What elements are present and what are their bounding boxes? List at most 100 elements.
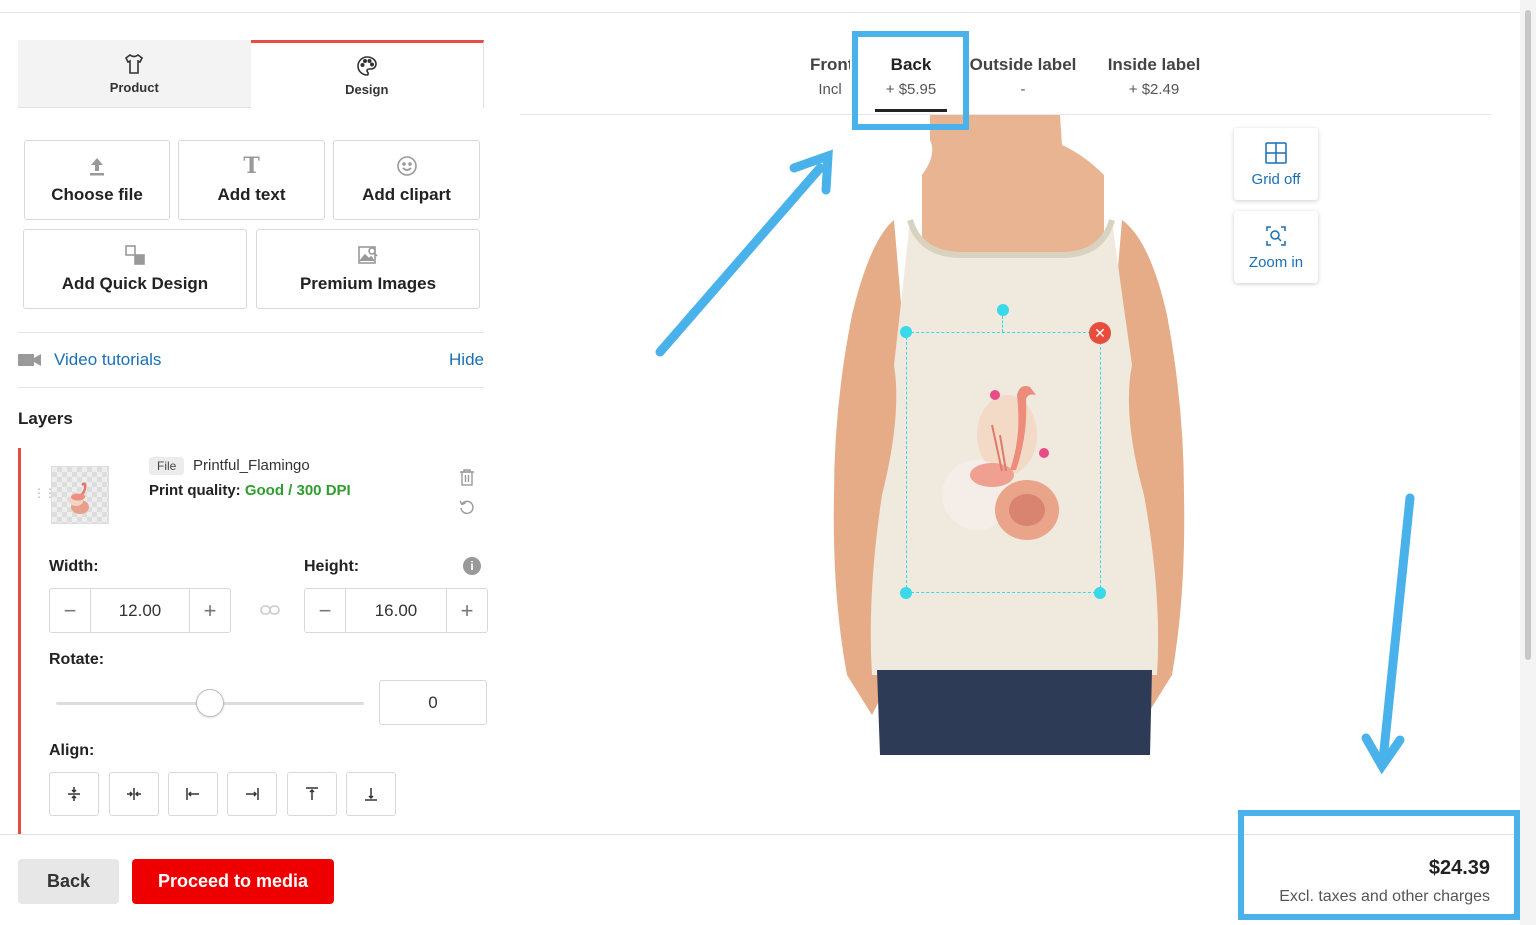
zoom-in-button[interactable]: Zoom in — [1234, 211, 1318, 283]
tshirt-icon — [125, 54, 144, 74]
remove-layer-icon[interactable]: ✕ — [1089, 322, 1111, 344]
add-text-label: Add text — [217, 185, 286, 204]
layer-thumbnail — [51, 466, 109, 524]
video-tutorials-row: Video tutorials Hide — [18, 347, 484, 373]
align-center-horizontal-icon — [127, 788, 141, 800]
tab-front-label: Front — [810, 55, 850, 74]
align-center-vertical-icon — [68, 787, 80, 801]
tab-inside-label-label: Inside label — [1107, 55, 1201, 74]
image-search-icon — [357, 244, 379, 266]
align-center-vertical-button[interactable] — [49, 772, 99, 816]
file-badge: File — [149, 457, 185, 475]
tab-product[interactable]: Product — [18, 40, 251, 108]
print-quality-label: Print quality: — [149, 482, 241, 499]
premium-images-label: Premium Images — [299, 274, 437, 293]
tab-design-label: Design — [345, 82, 389, 97]
height-label: Height: — [304, 558, 360, 575]
divider — [18, 332, 484, 333]
flamingo-design — [942, 386, 1059, 540]
video-camera-icon — [18, 354, 41, 366]
width-decrease-button[interactable]: − — [50, 589, 90, 632]
align-left-icon — [186, 788, 199, 800]
placement-tabs: Front Incl Back + $5.95 Outside label - … — [520, 40, 1492, 115]
left-panel: Product Design Choose file T Add text Ad… — [0, 0, 500, 835]
proceed-to-media-button[interactable]: Proceed to media — [132, 859, 334, 904]
width-input[interactable]: 12.00 — [90, 589, 190, 632]
hide-video-link[interactable]: Hide — [449, 350, 484, 370]
quick-design-icon — [124, 244, 146, 266]
align-bottom-icon — [365, 788, 377, 801]
layer-item: ⋮⋮ File Printful_Flamingo Print quality:… — [18, 448, 488, 835]
info-icon[interactable]: i — [463, 557, 481, 575]
video-tutorials-link[interactable]: Video tutorials — [54, 350, 161, 370]
grid-icon — [1265, 141, 1287, 164]
palette-icon — [356, 56, 377, 76]
product-mockup: ✕ — [822, 115, 1202, 755]
annotation-highlight-back-tab — [852, 31, 969, 130]
grid-toggle-button[interactable]: Grid off — [1234, 128, 1318, 200]
choose-file-button[interactable]: Choose file — [24, 140, 170, 220]
align-left-button[interactable] — [168, 772, 218, 816]
width-label: Width: — [49, 558, 99, 575]
tab-outside-label-price: - — [1020, 81, 1026, 98]
zoom-in-label: Zoom in — [1248, 253, 1304, 271]
tab-outside-label[interactable]: Outside label - — [968, 55, 1078, 98]
choose-file-label: Choose file — [51, 185, 143, 204]
width-stepper: − 12.00 + — [49, 588, 231, 633]
resize-handle[interactable] — [1094, 587, 1106, 599]
layer-file-name: Printful_Flamingo — [193, 457, 310, 474]
text-icon: T — [243, 153, 260, 179]
align-top-icon — [306, 787, 318, 800]
tab-outside-label-label: Outside label — [969, 55, 1077, 74]
tab-design[interactable]: Design — [250, 40, 484, 108]
align-center-horizontal-button[interactable] — [109, 772, 159, 816]
annotation-highlight-price — [1238, 810, 1520, 920]
resize-handle[interactable] — [900, 587, 912, 599]
editor-tabs: Product Design — [18, 40, 484, 108]
tab-front[interactable]: Front Incl — [810, 55, 850, 98]
trash-icon[interactable] — [459, 468, 475, 486]
annotation-arrow-down-icon — [1361, 493, 1415, 775]
link-icon[interactable] — [260, 603, 280, 617]
design-editor-page: Product Design Choose file T Add text Ad… — [0, 0, 1536, 925]
add-clipart-label: Add clipart — [362, 185, 451, 204]
tab-inside-label-price: + $2.49 — [1128, 81, 1180, 98]
rotate-input[interactable]: 0 — [379, 680, 487, 725]
rotate-handle[interactable] — [997, 304, 1009, 316]
align-right-button[interactable] — [227, 772, 277, 816]
premium-images-button[interactable]: Premium Images — [256, 229, 480, 309]
upload-icon — [88, 155, 106, 177]
align-top-button[interactable] — [287, 772, 337, 816]
back-button[interactable]: Back — [18, 859, 119, 904]
scrollbar[interactable] — [1520, 0, 1536, 925]
add-quick-design-label: Add Quick Design — [61, 274, 209, 293]
tab-front-price: Incl — [818, 81, 842, 98]
grid-toggle-label: Grid off — [1251, 170, 1301, 188]
height-stepper: − 16.00 + — [304, 588, 488, 633]
resize-handle[interactable] — [900, 326, 912, 338]
height-input[interactable]: 16.00 — [345, 589, 447, 632]
align-right-icon — [246, 788, 259, 800]
width-increase-button[interactable]: + — [190, 589, 230, 632]
align-bottom-button[interactable] — [346, 772, 396, 816]
rotate-slider-handle[interactable] — [196, 689, 224, 717]
tab-inside-label[interactable]: Inside label + $2.49 — [1104, 55, 1204, 98]
rotate-handle-line — [1002, 316, 1003, 332]
smiley-icon — [396, 155, 418, 177]
add-text-button[interactable]: T Add text — [178, 140, 325, 220]
height-decrease-button[interactable]: − — [305, 589, 345, 632]
layers-title: Layers — [18, 409, 73, 428]
add-quick-design-button[interactable]: Add Quick Design — [23, 229, 247, 309]
add-clipart-button[interactable]: Add clipart — [333, 140, 480, 220]
divider — [18, 387, 484, 388]
scrollbar-thumb[interactable] — [1525, 10, 1531, 660]
print-quality-value: Good / 300 DPI — [244, 482, 351, 499]
zoom-icon — [1266, 225, 1286, 246]
reset-icon[interactable] — [458, 498, 476, 516]
align-label: Align: — [49, 742, 95, 759]
print-quality: Print quality: Good / 300 DPI — [149, 482, 351, 499]
flamingo-thumbnail-icon — [69, 482, 89, 514]
annotation-arrow-up-icon — [655, 149, 833, 357]
height-increase-button[interactable]: + — [447, 589, 487, 632]
rotate-label: Rotate: — [49, 651, 105, 668]
